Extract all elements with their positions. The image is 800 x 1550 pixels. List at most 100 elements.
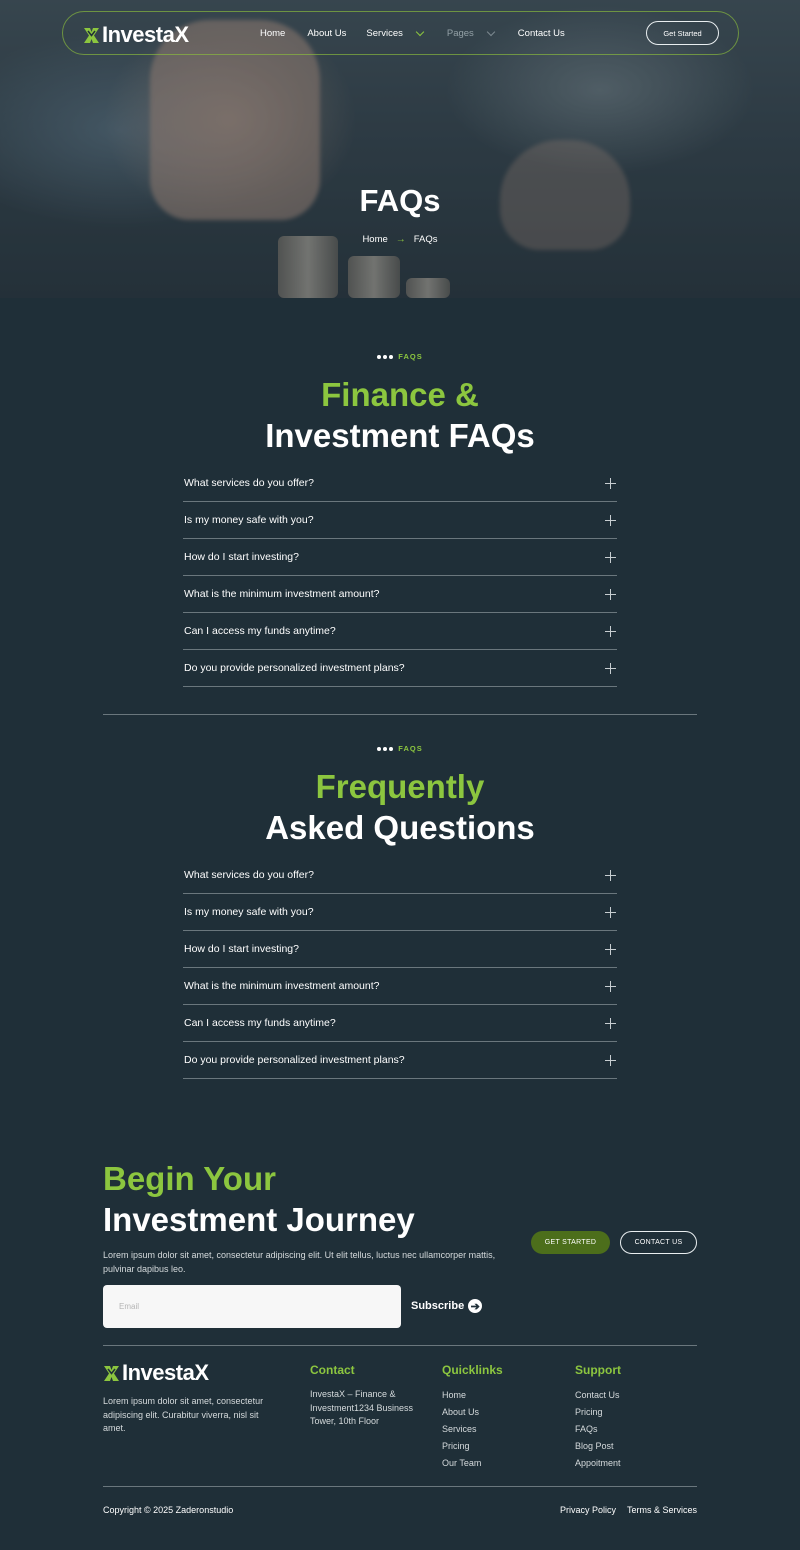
faq-list-2: What services do you offer? Is my money … [183,857,617,1079]
faq-item[interactable]: Is my money safe with you? [183,502,617,539]
section-tag-label: FAQS [398,352,423,361]
faq-item[interactable]: How do I start investing? [183,539,617,576]
plus-icon[interactable] [605,869,616,881]
plus-icon[interactable] [605,662,616,674]
footer-contact-address: InvestaX – Finance & Investment1234 Busi… [310,1389,414,1426]
section-tag-label: FAQS [398,744,423,753]
page-title: FAQs [359,183,441,218]
terms-link[interactable]: Terms & Services [627,1505,697,1515]
footer-link-contact[interactable]: Contact Us [575,1390,621,1407]
faq-item[interactable]: How do I start investing? [183,931,617,968]
plus-icon[interactable] [605,477,616,489]
breadcrumb-home-link[interactable]: Home [362,234,387,245]
faq-question: How do I start investing? [184,943,299,955]
faq-section-1-title: Finance & Investment FAQs [0,374,800,456]
plus-icon[interactable] [605,980,616,992]
faq-section-1-title-line2: Investment FAQs [265,417,535,454]
chevron-down-icon [415,27,425,36]
plus-icon[interactable] [605,514,616,526]
header-logo[interactable]: InvestaX [83,22,189,48]
faq-question: Do you provide personalized investment p… [184,662,405,674]
faq-item[interactable]: What services do you offer? [183,465,617,502]
footer-link-faqs[interactable]: FAQs [575,1424,621,1441]
faq-section-2-title-line1: Frequently [315,768,485,805]
nav-item-services[interactable]: Services [366,27,425,39]
faq-question: How do I start investing? [184,551,299,563]
nav-links: Home About Us Services Pages Contact Us [260,12,565,54]
footer-link-pricing[interactable]: Pricing [575,1407,621,1424]
nav-item-contact[interactable]: Contact Us [518,28,565,39]
footer-link-team[interactable]: Our Team [442,1458,481,1475]
faq-question: Can I access my funds anytime? [184,625,336,637]
faq-question: Is my money safe with you? [184,906,314,918]
footer-link-blog[interactable]: Blog Post [575,1441,621,1458]
logo-icon [103,1365,120,1382]
cta-get-started-button[interactable]: GET STARTED [531,1231,610,1254]
footer-bottom-divider [103,1486,697,1487]
plus-icon[interactable] [605,625,616,637]
footer-divider [103,1345,697,1346]
footer-support-list: Contact Us Pricing FAQs Blog Post Appoit… [575,1390,621,1475]
section-tag: FAQS [0,352,800,361]
faq-question: What services do you offer? [184,477,314,489]
main-navbar: InvestaX Home About Us Services Pages Co… [62,11,739,55]
faq-section-2-title: Frequently Asked Questions [0,766,800,848]
nav-item-home[interactable]: Home [260,28,285,39]
get-started-button[interactable]: Get Started [646,21,719,45]
plus-icon[interactable] [605,943,616,955]
nav-item-pages-label: Pages [446,27,474,39]
privacy-policy-link[interactable]: Privacy Policy [560,1505,616,1515]
footer-description: Lorem ipsum dolor sit amet, consectetur … [103,1396,264,1433]
logo-icon [83,27,100,44]
faq-item[interactable]: Is my money safe with you? [183,894,617,931]
faq-item[interactable]: Can I access my funds anytime? [183,1005,617,1042]
faq-question: What services do you offer? [184,869,314,881]
dots-icon [377,746,394,751]
subscribe-label: Subscribe [411,1300,465,1312]
cta-description: Lorem ipsum dolor sit amet, consectetur … [103,1250,496,1274]
faq-section-2-title-line2: Asked Questions [265,809,535,846]
nav-item-services-label: Services [366,27,403,39]
plus-icon[interactable] [605,906,616,918]
cta-contact-us-button[interactable]: CONTACT US [620,1231,697,1254]
cta-title-line2: Investment Journey [103,1201,415,1238]
hero-banner: InvestaX Home About Us Services Pages Co… [0,0,800,298]
footer-link-about[interactable]: About Us [442,1407,481,1424]
footer-link-appointment[interactable]: Appoitment [575,1458,621,1475]
faq-question: Can I access my funds anytime? [184,1017,336,1029]
footer-link-pricing[interactable]: Pricing [442,1441,481,1458]
faq-item[interactable]: What is the minimum investment amount? [183,576,617,613]
plus-icon[interactable] [605,551,616,563]
plus-icon[interactable] [605,1017,616,1029]
nav-item-pages[interactable]: Pages [446,27,496,39]
section-tag: FAQS [0,744,800,753]
arrow-right-icon: → [395,234,406,245]
faq-item[interactable]: What is the minimum investment amount? [183,968,617,1005]
plus-icon[interactable] [605,588,616,600]
nav-item-about[interactable]: About Us [307,28,346,39]
faq-item[interactable]: Do you provide personalized investment p… [183,1042,617,1079]
faq-question: What is the minimum investment amount? [184,980,380,992]
plus-icon[interactable] [605,1054,616,1066]
footer-logo[interactable]: InvestaX [103,1360,209,1386]
subscribe-button[interactable]: Subscribe ➔ [411,1299,483,1313]
faq-item[interactable]: Do you provide personalized investment p… [183,650,617,687]
footer-quicklinks-list: Home About Us Services Pricing Our Team [442,1390,481,1475]
footer-quicklinks-title: Quicklinks [442,1363,503,1377]
logo-text: InvestaX [102,22,189,47]
faq-list-1: What services do you offer? Is my money … [183,465,617,687]
section-divider [103,714,697,715]
email-field[interactable] [103,1285,401,1328]
faq-section-1-title-line1: Finance & [321,376,479,413]
breadcrumb-current: FAQs [413,234,438,245]
copyright-text: Copyright © 2025 Zaderonstudio [103,1505,234,1515]
faq-item[interactable]: Can I access my funds anytime? [183,613,617,650]
faq-question: Do you provide personalized investment p… [184,1054,405,1066]
faq-question: Is my money safe with you? [184,514,314,526]
cta-title-line1: Begin Your [103,1160,276,1197]
footer-link-services[interactable]: Services [442,1424,481,1441]
footer-contact-title: Contact [310,1363,355,1377]
footer-link-home[interactable]: Home [442,1390,481,1407]
faq-question: What is the minimum investment amount? [184,588,380,600]
faq-item[interactable]: What services do you offer? [183,857,617,894]
